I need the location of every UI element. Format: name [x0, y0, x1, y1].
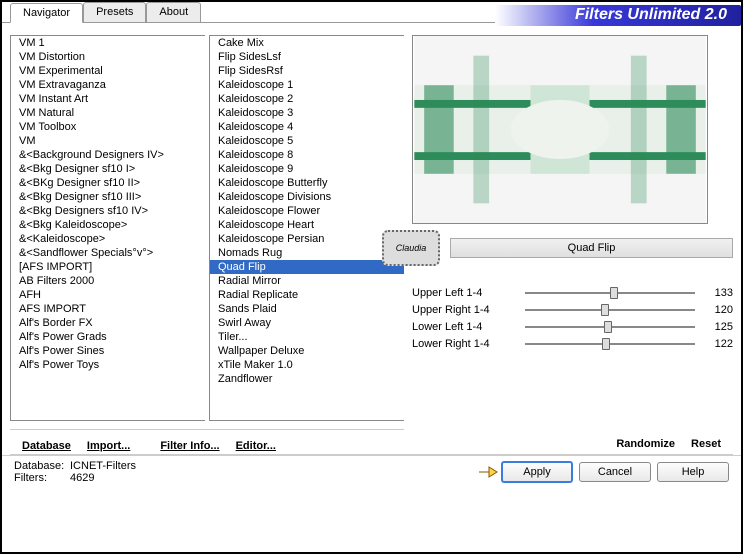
list-item[interactable]: Kaleidoscope 2 — [210, 92, 404, 106]
list-item[interactable]: Sands Plaid — [210, 302, 404, 316]
list-item[interactable]: VM — [11, 134, 205, 148]
list-item[interactable]: VM Natural — [11, 106, 205, 120]
list-item[interactable]: [AFS IMPORT] — [11, 260, 205, 274]
slider-track[interactable] — [525, 343, 695, 345]
preview-image — [412, 35, 708, 224]
filter-info-button[interactable]: Filter Info... — [160, 440, 219, 452]
list-item[interactable]: Alf's Power Sines — [11, 344, 205, 358]
slider-value: 133 — [703, 287, 733, 299]
slider-track[interactable] — [525, 326, 695, 328]
list-item[interactable]: Cake Mix — [210, 36, 404, 50]
tab-navigator[interactable]: Navigator — [10, 3, 83, 23]
watermark-stamp: Claudia — [382, 230, 440, 266]
list-item[interactable]: Alf's Border FX — [11, 316, 205, 330]
footer-info: Database:ICNET-Filters Filters:4629 — [14, 460, 136, 484]
list-item[interactable]: Kaleidoscope 8 — [210, 148, 404, 162]
list-item[interactable]: &<Bkg Kaleidoscope> — [11, 218, 205, 232]
list-item[interactable]: VM 1 — [11, 36, 205, 50]
list-item[interactable]: Radial Mirror — [210, 274, 404, 288]
import-button[interactable]: Import... — [87, 440, 130, 452]
list-item[interactable]: Kaleidoscope Butterfly — [210, 176, 404, 190]
help-button[interactable]: Help — [657, 462, 729, 482]
list-item[interactable]: Wallpaper Deluxe — [210, 344, 404, 358]
list-item[interactable]: VM Experimental — [11, 64, 205, 78]
list-item[interactable]: Kaleidoscope Divisions — [210, 190, 404, 204]
list-item[interactable]: Kaleidoscope Flower — [210, 204, 404, 218]
database-button[interactable]: Database — [22, 440, 71, 452]
tab-about[interactable]: About — [146, 2, 201, 22]
list-item[interactable]: Flip SidesRsf — [210, 64, 404, 78]
randomize-button[interactable]: Randomize — [616, 438, 675, 450]
slider-thumb[interactable] — [601, 304, 609, 316]
current-filter-name: Quad Flip — [450, 238, 733, 258]
list-item[interactable]: Kaleidoscope 1 — [210, 78, 404, 92]
list-item[interactable]: &<Bkg Designers sf10 IV> — [11, 204, 205, 218]
slider-thumb[interactable] — [602, 338, 610, 350]
list-item[interactable]: Tiler... — [210, 330, 404, 344]
list-item[interactable]: AFH — [11, 288, 205, 302]
slider-label: Lower Right 1-4 — [412, 338, 517, 350]
slider-thumb[interactable] — [604, 321, 612, 333]
slider-value: 122 — [703, 338, 733, 350]
list-item[interactable]: &<Bkg Designer sf10 I> — [11, 162, 205, 176]
list-item[interactable]: Flip SidesLsf — [210, 50, 404, 64]
slider-track[interactable] — [525, 309, 695, 311]
list-item[interactable]: Kaleidoscope 4 — [210, 120, 404, 134]
list-item[interactable]: Kaleidoscope 3 — [210, 106, 404, 120]
list-item[interactable]: Kaleidoscope 5 — [210, 134, 404, 148]
list-item[interactable]: VM Toolbox — [11, 120, 205, 134]
tab-bar: Navigator Presets About — [2, 2, 741, 22]
cancel-button[interactable]: Cancel — [579, 462, 651, 482]
slider-row: Upper Right 1-4 120 — [412, 301, 733, 318]
reset-button[interactable]: Reset — [691, 438, 721, 450]
slider-row: Upper Left 1-4 133 — [412, 284, 733, 301]
slider-row: Lower Right 1-4 122 — [412, 335, 733, 352]
list-item[interactable]: &<BKg Designer sf10 II> — [11, 176, 205, 190]
slider-label: Upper Left 1-4 — [412, 287, 517, 299]
list-item[interactable]: Alf's Power Toys — [11, 358, 205, 372]
list-item[interactable]: &<Bkg Designer sf10 III> — [11, 190, 205, 204]
list-item[interactable]: Nomads Rug — [210, 246, 404, 260]
slider-row: Lower Left 1-4 125 — [412, 318, 733, 335]
pointer-icon — [477, 464, 499, 480]
apply-button[interactable]: Apply — [501, 461, 573, 483]
list-item[interactable]: Radial Replicate — [210, 288, 404, 302]
category-list[interactable]: VM 1VM DistortionVM ExperimentalVM Extra… — [10, 35, 205, 421]
slider-track[interactable] — [525, 292, 695, 294]
list-item[interactable]: &<Sandflower Specials°v°> — [11, 246, 205, 260]
list-item[interactable]: AFS IMPORT — [11, 302, 205, 316]
list-item[interactable]: Kaleidoscope Heart — [210, 218, 404, 232]
list-item[interactable]: VM Distortion — [11, 50, 205, 64]
list-item[interactable]: Alf's Power Grads — [11, 330, 205, 344]
list-item[interactable]: Kaleidoscope 9 — [210, 162, 404, 176]
list-item[interactable]: VM Extravaganza — [11, 78, 205, 92]
list-item[interactable]: AB Filters 2000 — [11, 274, 205, 288]
list-item[interactable]: Zandflower — [210, 372, 404, 386]
tab-presets[interactable]: Presets — [83, 2, 146, 22]
filter-list[interactable]: Cake MixFlip SidesLsfFlip SidesRsfKaleid… — [209, 35, 404, 421]
parameter-sliders: Upper Left 1-4 133 Upper Right 1-4 120 Lower… — [412, 284, 733, 352]
editor-button[interactable]: Editor... — [236, 440, 276, 452]
list-item[interactable]: Swirl Away — [210, 316, 404, 330]
list-item[interactable]: VM Instant Art — [11, 92, 205, 106]
list-item[interactable]: Quad Flip — [210, 260, 404, 274]
slider-value: 125 — [703, 321, 733, 333]
list-item[interactable]: Kaleidoscope Persian — [210, 232, 404, 246]
slider-value: 120 — [703, 304, 733, 316]
list-item[interactable]: xTile Maker 1.0 — [210, 358, 404, 372]
list-item[interactable]: &<Background Designers IV> — [11, 148, 205, 162]
list-item[interactable]: &<Kaleidoscope> — [11, 232, 205, 246]
slider-label: Lower Left 1-4 — [412, 321, 517, 333]
slider-label: Upper Right 1-4 — [412, 304, 517, 316]
slider-thumb[interactable] — [610, 287, 618, 299]
